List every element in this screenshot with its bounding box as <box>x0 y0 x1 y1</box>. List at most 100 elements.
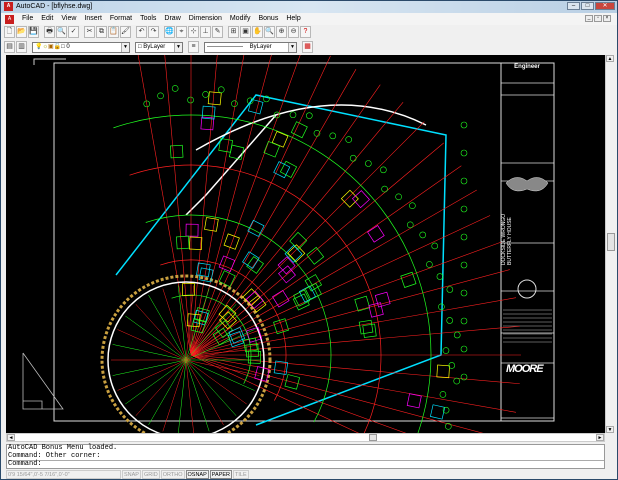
menu-bonus[interactable]: Bonus <box>254 13 282 25</box>
doc-close-button[interactable]: × <box>603 15 611 22</box>
grid-bubble <box>365 160 372 167</box>
zoom-realtime-button[interactable]: 🔍 <box>264 26 275 38</box>
horizontal-scroll-thumb[interactable] <box>369 434 377 441</box>
grid-bubble <box>217 86 225 94</box>
room-ray <box>162 288 187 361</box>
document-icon[interactable]: A <box>5 14 14 24</box>
menu-file[interactable]: File <box>18 13 37 25</box>
menu-bar: A File Edit View Insert Format Tools Draw Dimen… <box>1 13 617 25</box>
osnap-button[interactable]: ⌖ <box>176 26 187 38</box>
print-button[interactable]: 🖶 <box>44 26 55 38</box>
print-icon: 🖶 <box>46 28 53 35</box>
grid-bubble <box>431 242 439 250</box>
redraw-button[interactable]: ▣ <box>240 26 251 38</box>
copy-icon: ⧉ <box>99 28 104 35</box>
properties-icon: ✎ <box>214 28 221 35</box>
vertical-scroll-thumb[interactable] <box>607 233 615 251</box>
layer-dropdown[interactable]: 💡☼▣🔓□ 0 ▼ <box>32 41 130 53</box>
properties-button[interactable]: ▦ <box>302 41 313 53</box>
linetype-button[interactable]: ≡ <box>188 41 199 53</box>
planter-symbol <box>362 323 377 338</box>
copy-button[interactable]: ⧉ <box>96 26 107 38</box>
layers-button[interactable]: ▥ <box>16 41 27 53</box>
title-block-heading: Engineer <box>514 64 540 70</box>
chevron-down-icon: ▼ <box>121 42 129 52</box>
menu-help[interactable]: Help <box>282 13 304 25</box>
grid-bubble <box>460 149 468 157</box>
status-toggle-ortho[interactable]: ORTHO <box>160 470 185 479</box>
linetype-dropdown[interactable]: —————— ByLayer ▼ <box>204 41 297 53</box>
planter-symbol <box>176 235 190 250</box>
redo-button[interactable]: ↷ <box>148 26 159 38</box>
named-views-icon: ⊞ <box>230 28 237 35</box>
osnap-icon: ⌖ <box>179 28 184 35</box>
status-toggle-snap[interactable]: SNAP <box>122 470 141 479</box>
minimize-button[interactable]: – <box>567 2 580 10</box>
drawing-canvas[interactable]: Engineer DOCKSIDE WRONGO BUTTERFLY HOUSE… <box>6 55 605 433</box>
menu-dimension[interactable]: Dimension <box>185 13 226 25</box>
planter-symbol <box>190 317 206 334</box>
grid-bubble <box>460 345 468 353</box>
properties-button[interactable]: ✎ <box>212 26 223 38</box>
menu-insert[interactable]: Insert <box>80 13 106 25</box>
launch-browser-button[interactable]: 🌐 <box>164 26 175 38</box>
room-ray <box>185 359 194 433</box>
command-window[interactable]: AutoCAD Bonus Menu loaded. Command: Othe… <box>6 444 605 469</box>
preview-button[interactable]: 🔍 <box>56 26 67 38</box>
named-views-button[interactable]: ⊞ <box>228 26 239 38</box>
spell-button[interactable]: ✓ <box>68 26 79 38</box>
coordinates-readout[interactable]: 0'9 15/64",0'-5 7/16",0'-0" <box>6 470 121 479</box>
vertical-scrollbar[interactable]: ▲ ▼ <box>605 55 615 433</box>
menu-format[interactable]: Format <box>106 13 136 25</box>
planter-symbol <box>169 144 184 159</box>
room-ray <box>117 359 187 391</box>
match-properties-button[interactable]: 🖌 <box>120 26 131 38</box>
maximize-button[interactable]: □ <box>581 2 594 10</box>
status-toggle-grid[interactable]: GRID <box>141 470 160 479</box>
color-dropdown[interactable]: □ ByLayer ▼ <box>135 41 183 53</box>
object-properties-toolbar: ▤ ▥ 💡☼▣🔓□ 0 ▼ □ ByLayer ▼ ≡ —————— ByLay… <box>4 40 313 54</box>
close-button[interactable]: ✕ <box>595 2 615 10</box>
status-toggle-paper[interactable]: PAPER <box>209 470 233 479</box>
tracking-icon: ⊹ <box>190 28 197 35</box>
open-button[interactable]: 📂 <box>16 26 27 38</box>
save-button[interactable]: 💾 <box>28 26 39 38</box>
ucs-button[interactable]: ⊥ <box>200 26 211 38</box>
menu-view[interactable]: View <box>57 13 80 25</box>
doc-restore-button[interactable]: ▫ <box>594 15 602 22</box>
zoom-previous-button[interactable]: ⊖ <box>288 26 299 38</box>
new-button[interactable]: 🗋 <box>4 26 15 38</box>
help-button[interactable]: ? <box>300 26 311 38</box>
grid-bubble <box>395 193 402 201</box>
planter-symbol <box>429 404 446 420</box>
paste-button[interactable]: 📋 <box>108 26 119 38</box>
match-properties-icon: 🖌 <box>121 28 130 35</box>
status-toggle-osnap[interactable]: OSNAP <box>185 470 209 479</box>
zoom-window-icon: ⊕ <box>278 28 285 35</box>
tracking-button[interactable]: ⊹ <box>188 26 199 38</box>
menu-draw[interactable]: Draw <box>160 13 184 25</box>
zoom-window-button[interactable]: ⊕ <box>276 26 287 38</box>
menu-tools[interactable]: Tools <box>136 13 160 25</box>
planter-symbol <box>367 225 385 243</box>
menu-modify[interactable]: Modify <box>226 13 255 25</box>
scroll-left-button[interactable]: ◄ <box>7 434 15 441</box>
undo-button[interactable]: ↶ <box>136 26 147 38</box>
cut-button[interactable]: ✂ <box>84 26 95 38</box>
scroll-right-button[interactable]: ► <box>596 434 604 441</box>
horizontal-scrollbar[interactable]: ◄ ► <box>6 433 605 442</box>
grid-bubble <box>453 331 461 339</box>
planter-symbol <box>223 233 240 250</box>
scroll-down-button[interactable]: ▼ <box>606 426 614 433</box>
command-prompt[interactable]: Command: <box>8 460 604 469</box>
scroll-up-button[interactable]: ▲ <box>606 55 614 62</box>
command-history-line: Command: Other corner: <box>8 451 101 460</box>
planter-symbol <box>242 288 261 307</box>
planter-symbol <box>273 318 290 335</box>
doc-minimize-button[interactable]: _ <box>585 15 593 22</box>
title-bar: A AutoCAD - [bflyhse.dwg] – □ ✕ <box>1 1 617 13</box>
make-object-layer-current-button[interactable]: ▤ <box>4 41 15 53</box>
menu-edit[interactable]: Edit <box>37 13 57 25</box>
status-toggle-tile[interactable]: TILE <box>233 470 249 479</box>
pan-button[interactable]: ✋ <box>252 26 263 38</box>
